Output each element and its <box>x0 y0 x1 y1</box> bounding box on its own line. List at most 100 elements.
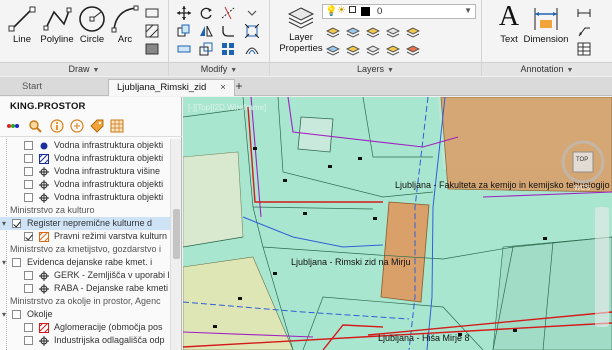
line-tool-button[interactable]: Line <box>3 2 41 60</box>
info-icon[interactable] <box>50 119 64 133</box>
layer-checkbox[interactable] <box>12 219 21 228</box>
tree-folder-item[interactable]: ▾ Okolje <box>0 308 170 321</box>
layer-checkbox[interactable] <box>12 310 21 319</box>
tree-group-header[interactable]: Ministrstvo za kulturo <box>0 204 170 217</box>
close-icon[interactable]: × <box>220 82 226 93</box>
viewport-control[interactable]: [-][Top][2D Wireframe] <box>188 103 266 112</box>
tree-layer-item[interactable]: GERK - Zemljišča v uporabi l <box>0 269 170 282</box>
dimension-tool-button[interactable]: Dimension <box>524 2 568 60</box>
layer-checkbox[interactable] <box>24 284 33 293</box>
copy-icon[interactable] <box>177 24 191 38</box>
tree-layer-item[interactable]: Pravni režimi varstva kulturn <box>0 230 170 243</box>
scale-icon[interactable] <box>199 42 213 56</box>
measure-icon[interactable] <box>70 119 84 133</box>
palette-scrollbar[interactable] <box>170 139 181 350</box>
unlock-icon <box>349 6 356 13</box>
move-icon[interactable] <box>177 6 191 20</box>
draw-panel-footer[interactable]: Draw ▼ <box>0 62 168 76</box>
offset-icon[interactable] <box>245 42 259 56</box>
annotation-panel-footer[interactable]: Annotation ▼ <box>482 62 612 76</box>
tree-group-header[interactable]: Ministrstvo za kmetijstvo, gozdarstvo i <box>0 243 170 256</box>
stretch-icon[interactable] <box>177 42 191 56</box>
layer-checkbox[interactable] <box>24 323 33 332</box>
leader-icon[interactable] <box>577 6 591 20</box>
new-tab-button[interactable]: + <box>232 80 246 94</box>
layer-tree: Vodna infrastruktura objekti Vodna infras… <box>0 139 170 350</box>
expand-chevron-icon[interactable]: ▾ <box>2 217 6 230</box>
chevron-down-icon: ▼ <box>387 67 394 74</box>
layer-tool-icon[interactable] <box>326 24 340 38</box>
table-icon[interactable] <box>577 42 591 56</box>
tree-layer-item[interactable]: Vodna infrastruktura višine <box>0 165 170 178</box>
expand-chevron-icon[interactable]: ▾ <box>2 256 6 269</box>
scrollbar-thumb[interactable] <box>173 209 180 259</box>
modify-dropdown-icon[interactable] <box>245 6 259 20</box>
layer-tool-icon[interactable] <box>406 42 420 56</box>
chevron-down-icon: ▼ <box>464 6 472 15</box>
tree-layer-item[interactable]: Vodna infrastruktura objekti <box>0 152 170 165</box>
tab-drawing[interactable]: Ljubljana_Rimski_zid × <box>108 79 235 96</box>
expand-chevron-icon[interactable]: ▾ <box>2 308 6 321</box>
explode-icon[interactable] <box>245 24 259 38</box>
tab-start[interactable]: Start <box>14 79 50 96</box>
layer-checkbox[interactable] <box>24 167 33 176</box>
array-icon[interactable] <box>221 42 235 56</box>
layer-properties-label: Layer Properties <box>279 32 323 54</box>
tree-folder-item[interactable]: ▾ Register nepremične kulturne d <box>0 217 170 230</box>
tree-layer-item[interactable]: RABA - Dejanske rabe kmeti <box>0 282 170 295</box>
layer-checkbox[interactable] <box>24 180 33 189</box>
layer-tool-icon[interactable] <box>366 42 380 56</box>
rotate-icon[interactable] <box>199 6 213 20</box>
gradient-tool-icon[interactable] <box>145 42 159 56</box>
polyline-icon <box>43 7 72 31</box>
layer-tool-icon[interactable] <box>366 24 380 38</box>
tag-icon[interactable] <box>90 119 104 133</box>
layer-tool-icon[interactable] <box>346 42 360 56</box>
polyline-tool-button[interactable]: Polyline <box>38 2 76 60</box>
layer-checkbox[interactable] <box>12 258 21 267</box>
layer-tool-icon[interactable] <box>326 42 340 56</box>
layer-properties-button[interactable]: Layer Properties <box>279 2 323 60</box>
layer-tool-icon[interactable] <box>386 42 400 56</box>
navigation-bar[interactable] <box>595 207 609 327</box>
fillet-icon[interactable] <box>221 24 235 38</box>
tree-layer-item[interactable]: Industrijska odlagališča odp <box>0 334 170 347</box>
tree-group-header[interactable]: Ministrstvo za okolje in prostor, Agenc <box>0 295 170 308</box>
text-tool-button[interactable]: A Text <box>490 2 528 60</box>
layer-tool-icon[interactable] <box>386 24 400 38</box>
layer-color-swatch <box>361 7 370 16</box>
tree-item-label: Pravni režimi varstva kulturn <box>54 231 168 241</box>
tree-layer-item[interactable]: Aglomeracije (območja pos <box>0 321 170 334</box>
tree-folder-item[interactable]: ▾ Evidenca dejanske rabe kmet. i <box>0 256 170 269</box>
hatch-tool-icon[interactable] <box>145 24 159 38</box>
search-icon[interactable] <box>28 119 42 133</box>
layers-panel-footer[interactable]: Layers ▼ <box>270 62 481 76</box>
layer-checkbox[interactable] <box>24 271 33 280</box>
rectangle-tool-icon[interactable] <box>145 6 159 20</box>
layer-checkbox[interactable] <box>24 154 33 163</box>
layer-checkbox[interactable] <box>24 336 33 345</box>
layer-dropdown[interactable]: 💡 ☀ 0 ▼ <box>322 4 476 19</box>
tree-layer-item[interactable]: Vodna infrastruktura objekti <box>0 191 170 204</box>
layer-tool-icon[interactable] <box>406 24 420 38</box>
tree-layer-item[interactable]: Vodna infrastruktura objekti <box>0 139 170 152</box>
layer-checkbox[interactable] <box>24 193 33 202</box>
tree-layer-item[interactable]: Vodna infrastruktura objekti <box>0 178 170 191</box>
layer-tool-icon[interactable] <box>346 24 360 38</box>
mirror-icon[interactable] <box>199 24 213 38</box>
layers-dots-icon[interactable] <box>6 119 20 133</box>
label-hisa: Ljubljana - Hiša Mirje 8 <box>378 333 470 343</box>
drawing-canvas[interactable]: [-][Top][2D Wireframe] Ljubljana - Fakul… <box>183 97 612 350</box>
trim-icon[interactable] <box>221 6 235 20</box>
layer-checkbox[interactable] <box>24 232 33 241</box>
viewcube[interactable]: TOP WCS <box>558 137 608 192</box>
arc-tool-button[interactable]: Arc <box>106 2 144 60</box>
modify-panel-footer[interactable]: Modify ▼ <box>169 62 269 76</box>
annotation-panel-label: Annotation <box>520 64 564 74</box>
multileader-icon[interactable] <box>577 24 591 38</box>
map-grid-icon[interactable] <box>110 119 124 133</box>
palette-toolbar <box>0 115 182 137</box>
layer-checkbox[interactable] <box>24 141 33 150</box>
map-drawing <box>183 97 612 350</box>
arc-icon <box>111 5 139 33</box>
